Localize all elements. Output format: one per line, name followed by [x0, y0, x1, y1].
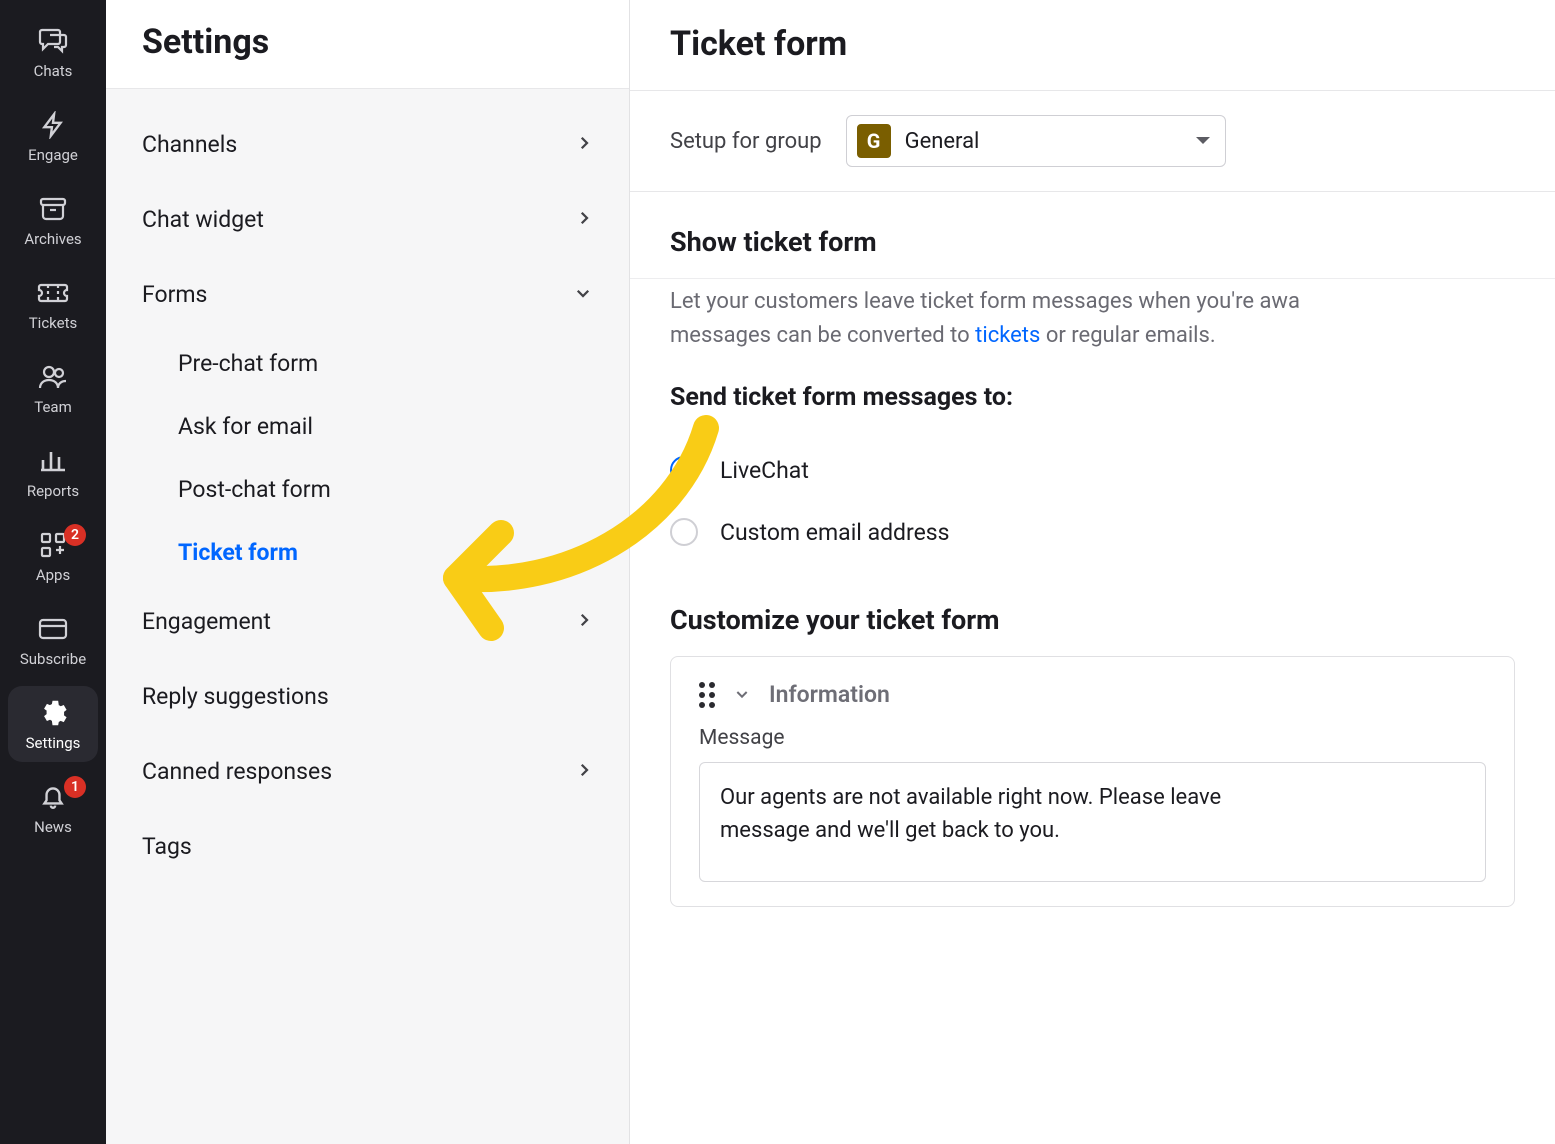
- menu-label: Engagement: [142, 608, 271, 635]
- nav-chats[interactable]: Chats: [8, 14, 98, 90]
- submenu-ask-email[interactable]: Ask for email: [142, 395, 629, 458]
- nav-label: Tickets: [29, 314, 78, 332]
- nav-subscribe[interactable]: Subscribe: [8, 602, 98, 678]
- main-panel: Ticket form Setup for group G General Sh…: [630, 0, 1555, 1144]
- message-textarea[interactable]: Our agents are not available right now. …: [699, 762, 1486, 882]
- message-label: Message: [699, 726, 1486, 750]
- menu-label: Reply suggestions: [142, 683, 329, 710]
- nav-label: News: [34, 818, 72, 836]
- settings-sidebar: Settings Channels Chat widget Forms: [106, 0, 630, 1144]
- information-card: Information Message Our agents are not a…: [670, 656, 1515, 907]
- nav-team[interactable]: Team: [8, 350, 98, 426]
- radio-custom-email[interactable]: Custom email address: [630, 508, 1555, 570]
- chevron-down-icon: [731, 681, 753, 708]
- desc-text: or regular emails.: [1040, 323, 1215, 348]
- chevron-right-icon: [575, 608, 593, 635]
- apps-badge: 2: [64, 524, 86, 546]
- nav-label: Archives: [24, 230, 81, 248]
- menu-tags[interactable]: Tags: [106, 809, 629, 884]
- show-ticket-section: Show ticket form: [630, 192, 1555, 278]
- nav-label: Reports: [27, 482, 79, 500]
- sidebar-title: Settings: [142, 22, 593, 62]
- ticket-icon: [36, 278, 70, 308]
- radio-icon: [670, 456, 698, 484]
- menu-reply-suggestions[interactable]: Reply suggestions: [106, 659, 629, 734]
- menu-canned-responses[interactable]: Canned responses: [106, 734, 629, 809]
- radio-label: Custom email address: [720, 519, 950, 546]
- menu-label: Forms: [142, 281, 207, 308]
- group-select[interactable]: G General: [846, 115, 1226, 167]
- menu-forms[interactable]: Forms: [106, 257, 629, 332]
- menu-engagement[interactable]: Engagement: [106, 584, 629, 659]
- settings-menu: Channels Chat widget Forms Pre-chat form: [106, 89, 629, 902]
- nav-archives[interactable]: Archives: [8, 182, 98, 258]
- radio-label: LiveChat: [720, 457, 809, 484]
- chevron-down-icon: [573, 281, 593, 308]
- menu-label: Channels: [142, 131, 237, 158]
- submenu-pre-chat[interactable]: Pre-chat form: [142, 332, 629, 395]
- nav-tickets[interactable]: Tickets: [8, 266, 98, 342]
- nav-label: Apps: [36, 566, 70, 584]
- forms-submenu: Pre-chat form Ask for email Post-chat fo…: [106, 332, 629, 584]
- card-head[interactable]: Information: [699, 681, 1486, 708]
- page-title: Ticket form: [670, 24, 1515, 64]
- chevron-right-icon: [575, 206, 593, 233]
- card-icon: [36, 614, 70, 644]
- tickets-link[interactable]: tickets: [975, 323, 1040, 348]
- nav-reports[interactable]: Reports: [8, 434, 98, 510]
- desc-text: Let your customers leave ticket form mes…: [670, 289, 1300, 314]
- nav-label: Team: [34, 398, 72, 416]
- customize-heading: Customize your ticket form: [670, 604, 1515, 636]
- sidebar-header: Settings: [106, 0, 629, 89]
- bolt-icon: [36, 110, 70, 140]
- menu-label: Chat widget: [142, 206, 264, 233]
- submenu-ticket-form[interactable]: Ticket form: [142, 521, 629, 584]
- nav-apps[interactable]: 2 Apps: [8, 518, 98, 594]
- radio-livechat[interactable]: LiveChat: [630, 446, 1555, 508]
- desc-text: messages can be converted to: [670, 323, 975, 348]
- nav-label: Chats: [34, 62, 73, 80]
- show-ticket-heading: Show ticket form: [670, 226, 1515, 258]
- nav-news[interactable]: 1 News: [8, 770, 98, 846]
- news-badge: 1: [64, 776, 86, 798]
- team-icon: [36, 362, 70, 392]
- card-title: Information: [769, 681, 890, 708]
- group-chip: G: [857, 124, 891, 158]
- drag-handle-icon[interactable]: [699, 682, 715, 708]
- caret-down-icon: [1195, 132, 1211, 151]
- submenu-post-chat[interactable]: Post-chat form: [142, 458, 629, 521]
- menu-label: Tags: [142, 833, 192, 860]
- nav-settings[interactable]: Settings: [8, 686, 98, 762]
- send-to-section: Send ticket form messages to:: [630, 383, 1555, 446]
- nav-engage[interactable]: Engage: [8, 98, 98, 174]
- nav-label: Engage: [28, 146, 78, 164]
- main-header: Ticket form: [630, 0, 1555, 91]
- chevron-right-icon: [575, 758, 593, 785]
- show-ticket-description: Let your customers leave ticket form mes…: [630, 279, 1555, 383]
- radio-icon: [670, 518, 698, 546]
- customize-section: Customize your ticket form: [630, 570, 1555, 656]
- archive-icon: [36, 194, 70, 224]
- left-nav: Chats Engage Archives Tickets Team: [0, 0, 106, 1144]
- group-name: General: [905, 129, 1181, 154]
- bar-chart-icon: [36, 446, 70, 476]
- send-to-heading: Send ticket form messages to:: [670, 383, 1515, 412]
- group-label: Setup for group: [670, 129, 822, 154]
- gear-icon: [36, 698, 70, 728]
- chat-icon: [36, 26, 70, 56]
- nav-label: Settings: [26, 734, 81, 752]
- menu-chat-widget[interactable]: Chat widget: [106, 182, 629, 257]
- menu-channels[interactable]: Channels: [106, 107, 629, 182]
- nav-label: Subscribe: [20, 650, 86, 668]
- group-selector-row: Setup for group G General: [630, 91, 1555, 192]
- chevron-right-icon: [575, 131, 593, 158]
- menu-label: Canned responses: [142, 758, 332, 785]
- message-value: Our agents are not available right now. …: [720, 785, 1221, 843]
